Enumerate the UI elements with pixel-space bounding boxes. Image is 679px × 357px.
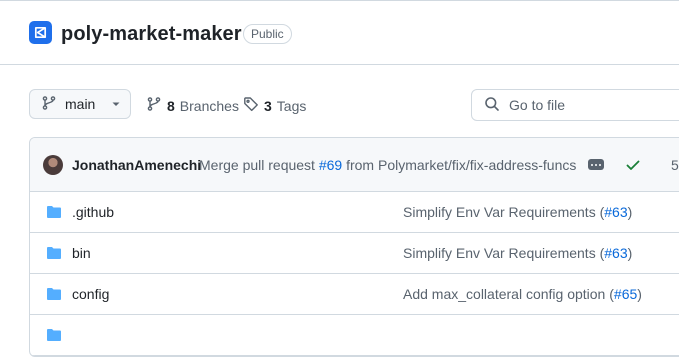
git-branch-icon: [146, 96, 162, 115]
file-commit-message[interactable]: Add max_collateral config option (#65): [403, 286, 642, 302]
commit-hash[interactable]: 5: [671, 157, 679, 173]
table-row[interactable]: [30, 315, 679, 356]
tags-link[interactable]: 3 Tags: [243, 96, 306, 115]
file-commit-text: Add max_collateral config option (: [403, 286, 614, 302]
file-pr-link[interactable]: #63: [604, 204, 627, 220]
file-name-link[interactable]: bin: [72, 245, 91, 261]
header-divider: [0, 64, 679, 65]
folder-icon: [46, 286, 62, 307]
branch-selector-button[interactable]: main: [29, 89, 131, 119]
folder-icon: [46, 327, 62, 348]
visibility-badge: Public: [243, 24, 292, 44]
ellipsis-icon[interactable]: [588, 159, 604, 170]
branches-label: Branches: [179, 97, 239, 114]
check-icon[interactable]: [625, 157, 641, 178]
file-commit-tail: ): [627, 204, 633, 220]
file-commit-tail: ): [627, 245, 633, 261]
table-row[interactable]: config Add max_collateral config option …: [30, 274, 679, 315]
file-commit-message[interactable]: Simplify Env Var Requirements (#63): [403, 245, 632, 261]
go-to-file-input[interactable]: Go to file: [471, 89, 679, 121]
file-browser: JonathanAmenechi Merge pull request #69 …: [29, 137, 679, 357]
triangle-down-icon: [111, 96, 121, 112]
file-commit-text: Simplify Env Var Requirements (: [403, 204, 605, 220]
search-icon: [484, 96, 500, 115]
go-to-file-placeholder: Go to file: [509, 97, 566, 113]
commit-message-suffix: from Polymarket/fix/fix-address-funcs: [342, 157, 577, 173]
git-branch-icon: [41, 95, 57, 114]
tags-count: 3: [264, 97, 272, 114]
tag-icon: [243, 96, 259, 115]
folder-icon: [46, 245, 62, 266]
branches-count: 8: [167, 97, 175, 114]
top-divider: [0, 0, 679, 1]
repo-name-link[interactable]: poly-market-maker: [61, 22, 242, 46]
latest-commit-bar: JonathanAmenechi Merge pull request #69 …: [30, 138, 679, 192]
branches-link[interactable]: 8 Branches: [146, 96, 239, 115]
branch-name: main: [65, 96, 96, 112]
table-row[interactable]: .github Simplify Env Var Requirements (#…: [30, 192, 679, 233]
table-row[interactable]: bin Simplify Env Var Requirements (#63): [30, 233, 679, 274]
file-commit-text: Simplify Env Var Requirements (: [403, 245, 605, 261]
file-pr-link[interactable]: #63: [604, 245, 627, 261]
commit-author-link[interactable]: JonathanAmenechi: [72, 157, 201, 173]
folder-icon: [46, 204, 62, 225]
avatar[interactable]: [43, 155, 63, 175]
file-name-link[interactable]: config: [72, 286, 109, 302]
file-pr-link[interactable]: #65: [614, 286, 637, 302]
tags-label: Tags: [276, 97, 307, 114]
commit-pr-link[interactable]: #69: [319, 157, 342, 173]
commit-message-prefix: Merge pull request: [199, 157, 319, 173]
file-commit-message[interactable]: Simplify Env Var Requirements (#63): [403, 204, 632, 220]
file-commit-tail: ): [637, 286, 642, 302]
repo-logo-icon: [29, 21, 52, 44]
file-name-link[interactable]: .github: [72, 204, 114, 220]
commit-message[interactable]: Merge pull request #69 from Polymarket/f…: [199, 157, 576, 173]
